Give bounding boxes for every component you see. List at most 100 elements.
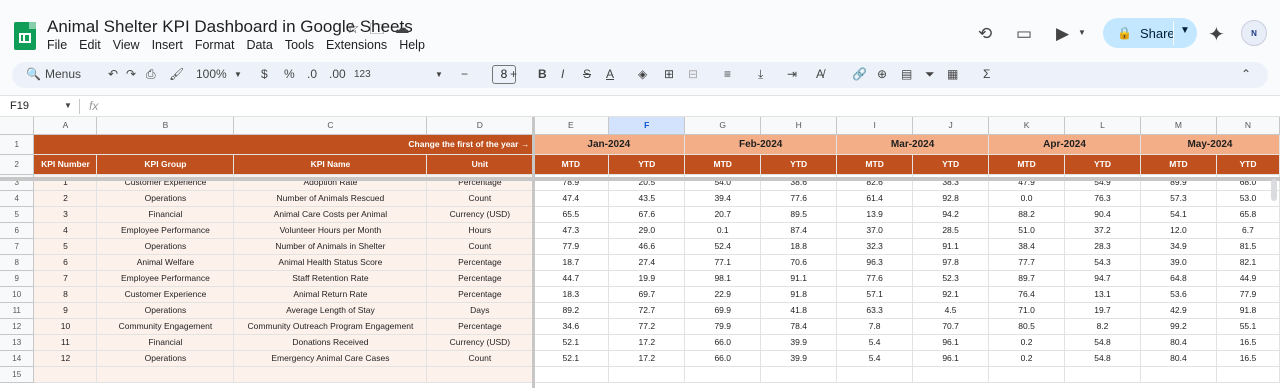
mtd-value-cell[interactable]: 77.1	[684, 254, 762, 271]
kpi-number-cell[interactable]: 7	[33, 270, 98, 287]
empty-cell[interactable]	[1064, 366, 1141, 383]
mtd-value-cell[interactable]: 47.3	[532, 222, 610, 239]
menu-extensions[interactable]: Extensions	[326, 38, 387, 52]
unit-cell[interactable]: Currency (USD)	[426, 334, 534, 351]
row-header[interactable]: 6	[0, 222, 35, 239]
row-header[interactable]: 8	[0, 254, 35, 271]
mtd-value-cell[interactable]: 57.3	[1140, 190, 1217, 207]
ytd-value-cell[interactable]: 17.2	[608, 334, 686, 351]
mtd-value-cell[interactable]: 98.1	[684, 270, 762, 287]
spreadsheet-grid[interactable]: A B C D E F G H I J K L M N 1 Change the first of the y…	[0, 117, 1280, 388]
mtd-value-cell[interactable]: 80.4	[1140, 350, 1217, 367]
kpi-group-header[interactable]: KPI Group	[96, 154, 235, 175]
kpi-group-cell[interactable]: Operations	[96, 302, 235, 319]
ytd-value-cell[interactable]: 27.4	[608, 254, 686, 271]
mtd-value-cell[interactable]: 89.2	[532, 302, 610, 319]
mtd-value-cell[interactable]: 65.5	[532, 206, 610, 223]
mtd-header[interactable]: MTD	[532, 154, 610, 175]
ytd-value-cell[interactable]: 39.9	[760, 334, 838, 351]
empty-cell[interactable]	[1216, 366, 1280, 383]
text-rotation-icon[interactable]: A̸	[816, 67, 824, 81]
font-dropdown-icon[interactable]: ▼	[435, 70, 443, 79]
ytd-value-cell[interactable]: 19.9	[608, 270, 686, 287]
avatar[interactable]: N	[1241, 20, 1267, 46]
mtd-value-cell[interactable]: 54.1	[1140, 206, 1217, 223]
functions-icon[interactable]: Σ	[983, 67, 990, 81]
kpi-name-cell[interactable]: Number of Animals in Shelter	[233, 238, 428, 255]
kpi-group-cell[interactable]: Operations	[96, 350, 235, 367]
gemini-sparkle-icon[interactable]: ✦	[1208, 22, 1225, 47]
month-header[interactable]: Jan-2024	[532, 134, 686, 155]
kpi-group-cell[interactable]: Customer Experience	[96, 286, 235, 303]
ytd-value-cell[interactable]: 77.6	[760, 190, 838, 207]
ytd-value-cell[interactable]: 89.5	[760, 206, 838, 223]
ytd-header[interactable]: YTD	[608, 154, 686, 175]
kpi-name-cell[interactable]: Emergency Animal Care Cases	[233, 350, 428, 367]
ytd-value-cell[interactable]: 17.2	[608, 350, 686, 367]
mtd-value-cell[interactable]: 44.7	[532, 270, 610, 287]
share-button[interactable]: 🔒 Share ▼	[1103, 18, 1197, 48]
empty-cell[interactable]	[426, 366, 534, 383]
mtd-value-cell[interactable]: 53.6	[1140, 286, 1217, 303]
kpi-name-cell[interactable]: Volunteer Hours per Month	[233, 222, 428, 239]
more-formats-button[interactable]: 123	[354, 69, 371, 80]
column-header-i[interactable]: I	[836, 117, 914, 135]
ytd-header[interactable]: YTD	[1064, 154, 1141, 175]
column-header-c[interactable]: C	[233, 117, 428, 135]
zoom-select[interactable]: 100%	[196, 67, 227, 81]
ytd-value-cell[interactable]: 69.7	[608, 286, 686, 303]
vertical-scrollbar[interactable]	[1271, 179, 1277, 201]
increase-font-size-icon[interactable]: +	[510, 67, 517, 81]
ytd-value-cell[interactable]: 6.7	[1216, 222, 1280, 239]
mtd-value-cell[interactable]: 5.4	[836, 334, 914, 351]
mtd-value-cell[interactable]: 12.0	[1140, 222, 1217, 239]
mtd-value-cell[interactable]: 52.1	[532, 334, 610, 351]
ytd-value-cell[interactable]: 13.1	[1064, 286, 1141, 303]
kpi-number-cell[interactable]: 10	[33, 318, 98, 335]
menu-format[interactable]: Format	[195, 38, 235, 52]
change-year-label[interactable]: Change the first of the year →	[33, 134, 534, 155]
ytd-value-cell[interactable]: 81.5	[1216, 238, 1280, 255]
column-header-k[interactable]: K	[988, 117, 1066, 135]
mtd-value-cell[interactable]: 88.2	[988, 206, 1066, 223]
month-header[interactable]: Feb-2024	[684, 134, 838, 155]
borders-icon[interactable]: ⊞	[664, 67, 674, 81]
meet-dropdown-icon[interactable]: ▼	[1078, 28, 1086, 37]
menu-edit[interactable]: Edit	[79, 38, 101, 52]
mtd-value-cell[interactable]: 71.0	[988, 302, 1066, 319]
row-header[interactable]: 12	[0, 318, 35, 335]
month-header[interactable]: Apr-2024	[988, 134, 1141, 155]
ytd-value-cell[interactable]: 76.3	[1064, 190, 1141, 207]
menu-help[interactable]: Help	[399, 38, 425, 52]
mtd-value-cell[interactable]: 77.9	[532, 238, 610, 255]
mtd-value-cell[interactable]: 77.6	[836, 270, 914, 287]
mtd-value-cell[interactable]: 69.9	[684, 302, 762, 319]
empty-cell[interactable]	[836, 366, 914, 383]
row-header[interactable]: 15	[0, 366, 35, 383]
ytd-value-cell[interactable]: 87.4	[760, 222, 838, 239]
ytd-header[interactable]: YTD	[760, 154, 838, 175]
empty-cell[interactable]	[532, 366, 610, 383]
ytd-value-cell[interactable]: 70.6	[760, 254, 838, 271]
ytd-value-cell[interactable]: 77.2	[608, 318, 686, 335]
mtd-value-cell[interactable]: 80.4	[1140, 334, 1217, 351]
ytd-value-cell[interactable]: 16.5	[1216, 334, 1280, 351]
ytd-value-cell[interactable]: 92.1	[912, 286, 990, 303]
ytd-value-cell[interactable]: 78.4	[760, 318, 838, 335]
mtd-value-cell[interactable]: 20.7	[684, 206, 762, 223]
vertical-align-icon[interactable]: ⤓	[758, 67, 763, 82]
row-header[interactable]: 14	[0, 350, 35, 367]
empty-cell[interactable]	[912, 366, 990, 383]
mtd-value-cell[interactable]: 79.9	[684, 318, 762, 335]
ytd-value-cell[interactable]: 28.5	[912, 222, 990, 239]
menu-tools[interactable]: Tools	[285, 38, 314, 52]
mtd-value-cell[interactable]: 47.4	[532, 190, 610, 207]
column-header-h[interactable]: H	[760, 117, 838, 135]
column-header-g[interactable]: G	[684, 117, 762, 135]
collapse-toolbar-icon[interactable]: ⌃	[1241, 67, 1251, 81]
column-header-m[interactable]: M	[1140, 117, 1217, 135]
kpi-name-cell[interactable]: Animal Care Costs per Animal	[233, 206, 428, 223]
month-header[interactable]: Mar-2024	[836, 134, 990, 155]
ytd-value-cell[interactable]: 54.8	[1064, 334, 1141, 351]
mtd-header[interactable]: MTD	[1140, 154, 1217, 175]
